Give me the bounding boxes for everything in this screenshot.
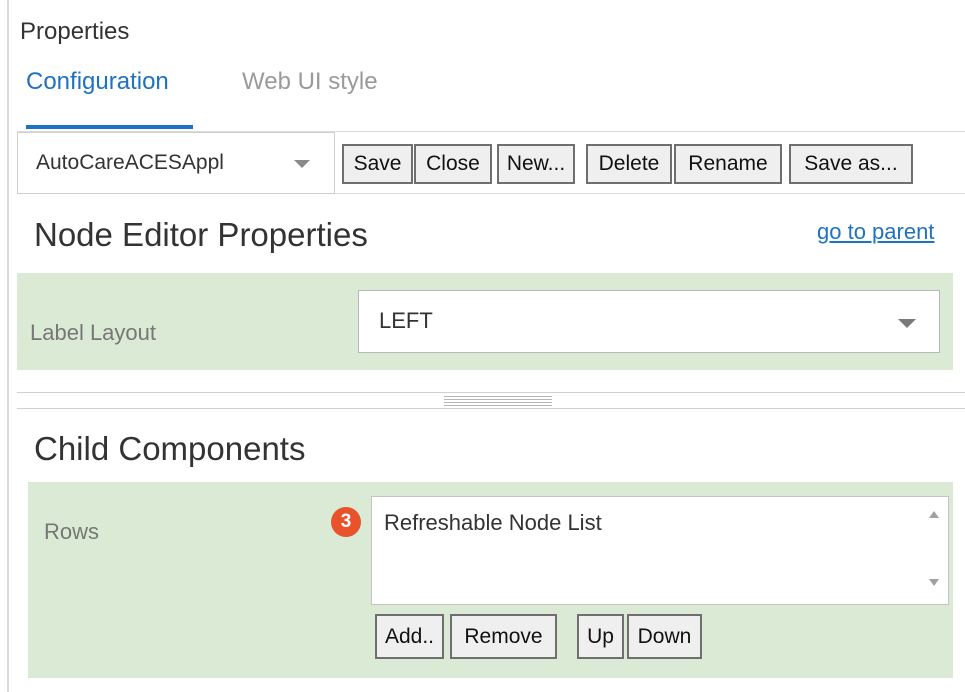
save-as-button[interactable]: Save as... xyxy=(789,144,913,184)
move-down-button[interactable]: Down xyxy=(627,614,702,659)
delete-button[interactable]: Delete xyxy=(586,144,672,184)
listbox-scrollbar[interactable] xyxy=(920,497,948,604)
configuration-select-value: AutoCareACESAppl xyxy=(36,151,224,174)
node-editor-properties-title: Node Editor Properties xyxy=(34,216,368,253)
new-button[interactable]: New... xyxy=(497,144,575,184)
configuration-select[interactable]: AutoCareACESAppl xyxy=(17,132,335,194)
scroll-down-icon[interactable] xyxy=(929,579,939,586)
tab-bar: Configuration Web UI style xyxy=(18,60,958,132)
child-components-title: Child Components xyxy=(34,430,306,467)
configuration-toolbar: AutoCareACESAppl Save Close New... Delet… xyxy=(17,131,965,194)
save-button[interactable]: Save xyxy=(342,144,413,184)
rows-listbox[interactable]: Refreshable Node List xyxy=(371,496,949,605)
label-layout-label: Label Layout xyxy=(30,320,156,345)
label-layout-value: LEFT xyxy=(379,308,433,333)
panel-title: Properties xyxy=(20,18,130,45)
count-badge: 3 xyxy=(331,507,361,537)
tab-configuration[interactable]: Configuration xyxy=(26,68,169,96)
panel-border xyxy=(7,0,9,692)
rows-label: Rows xyxy=(44,519,100,544)
list-item[interactable]: Refreshable Node List xyxy=(384,510,602,536)
label-layout-select[interactable]: LEFT xyxy=(358,290,940,353)
remove-row-button[interactable]: Remove xyxy=(450,614,557,659)
active-tab-indicator xyxy=(26,125,193,129)
rename-button[interactable]: Rename xyxy=(674,144,782,184)
go-to-parent-link[interactable]: go to parent xyxy=(817,219,934,245)
grip-line xyxy=(444,396,552,397)
tab-web-ui-style[interactable]: Web UI style xyxy=(242,68,378,96)
chevron-down-icon xyxy=(294,160,310,168)
splitter-bottom-line xyxy=(17,408,965,409)
grip-line xyxy=(444,405,552,406)
chevron-down-icon xyxy=(898,319,916,328)
move-up-button[interactable]: Up xyxy=(577,614,624,659)
splitter-top-line xyxy=(17,392,965,393)
grip-line xyxy=(444,402,552,403)
scroll-up-icon[interactable] xyxy=(929,511,939,518)
add-row-button[interactable]: Add.. xyxy=(375,614,444,659)
close-button[interactable]: Close xyxy=(414,144,492,184)
grip-line xyxy=(444,399,552,400)
